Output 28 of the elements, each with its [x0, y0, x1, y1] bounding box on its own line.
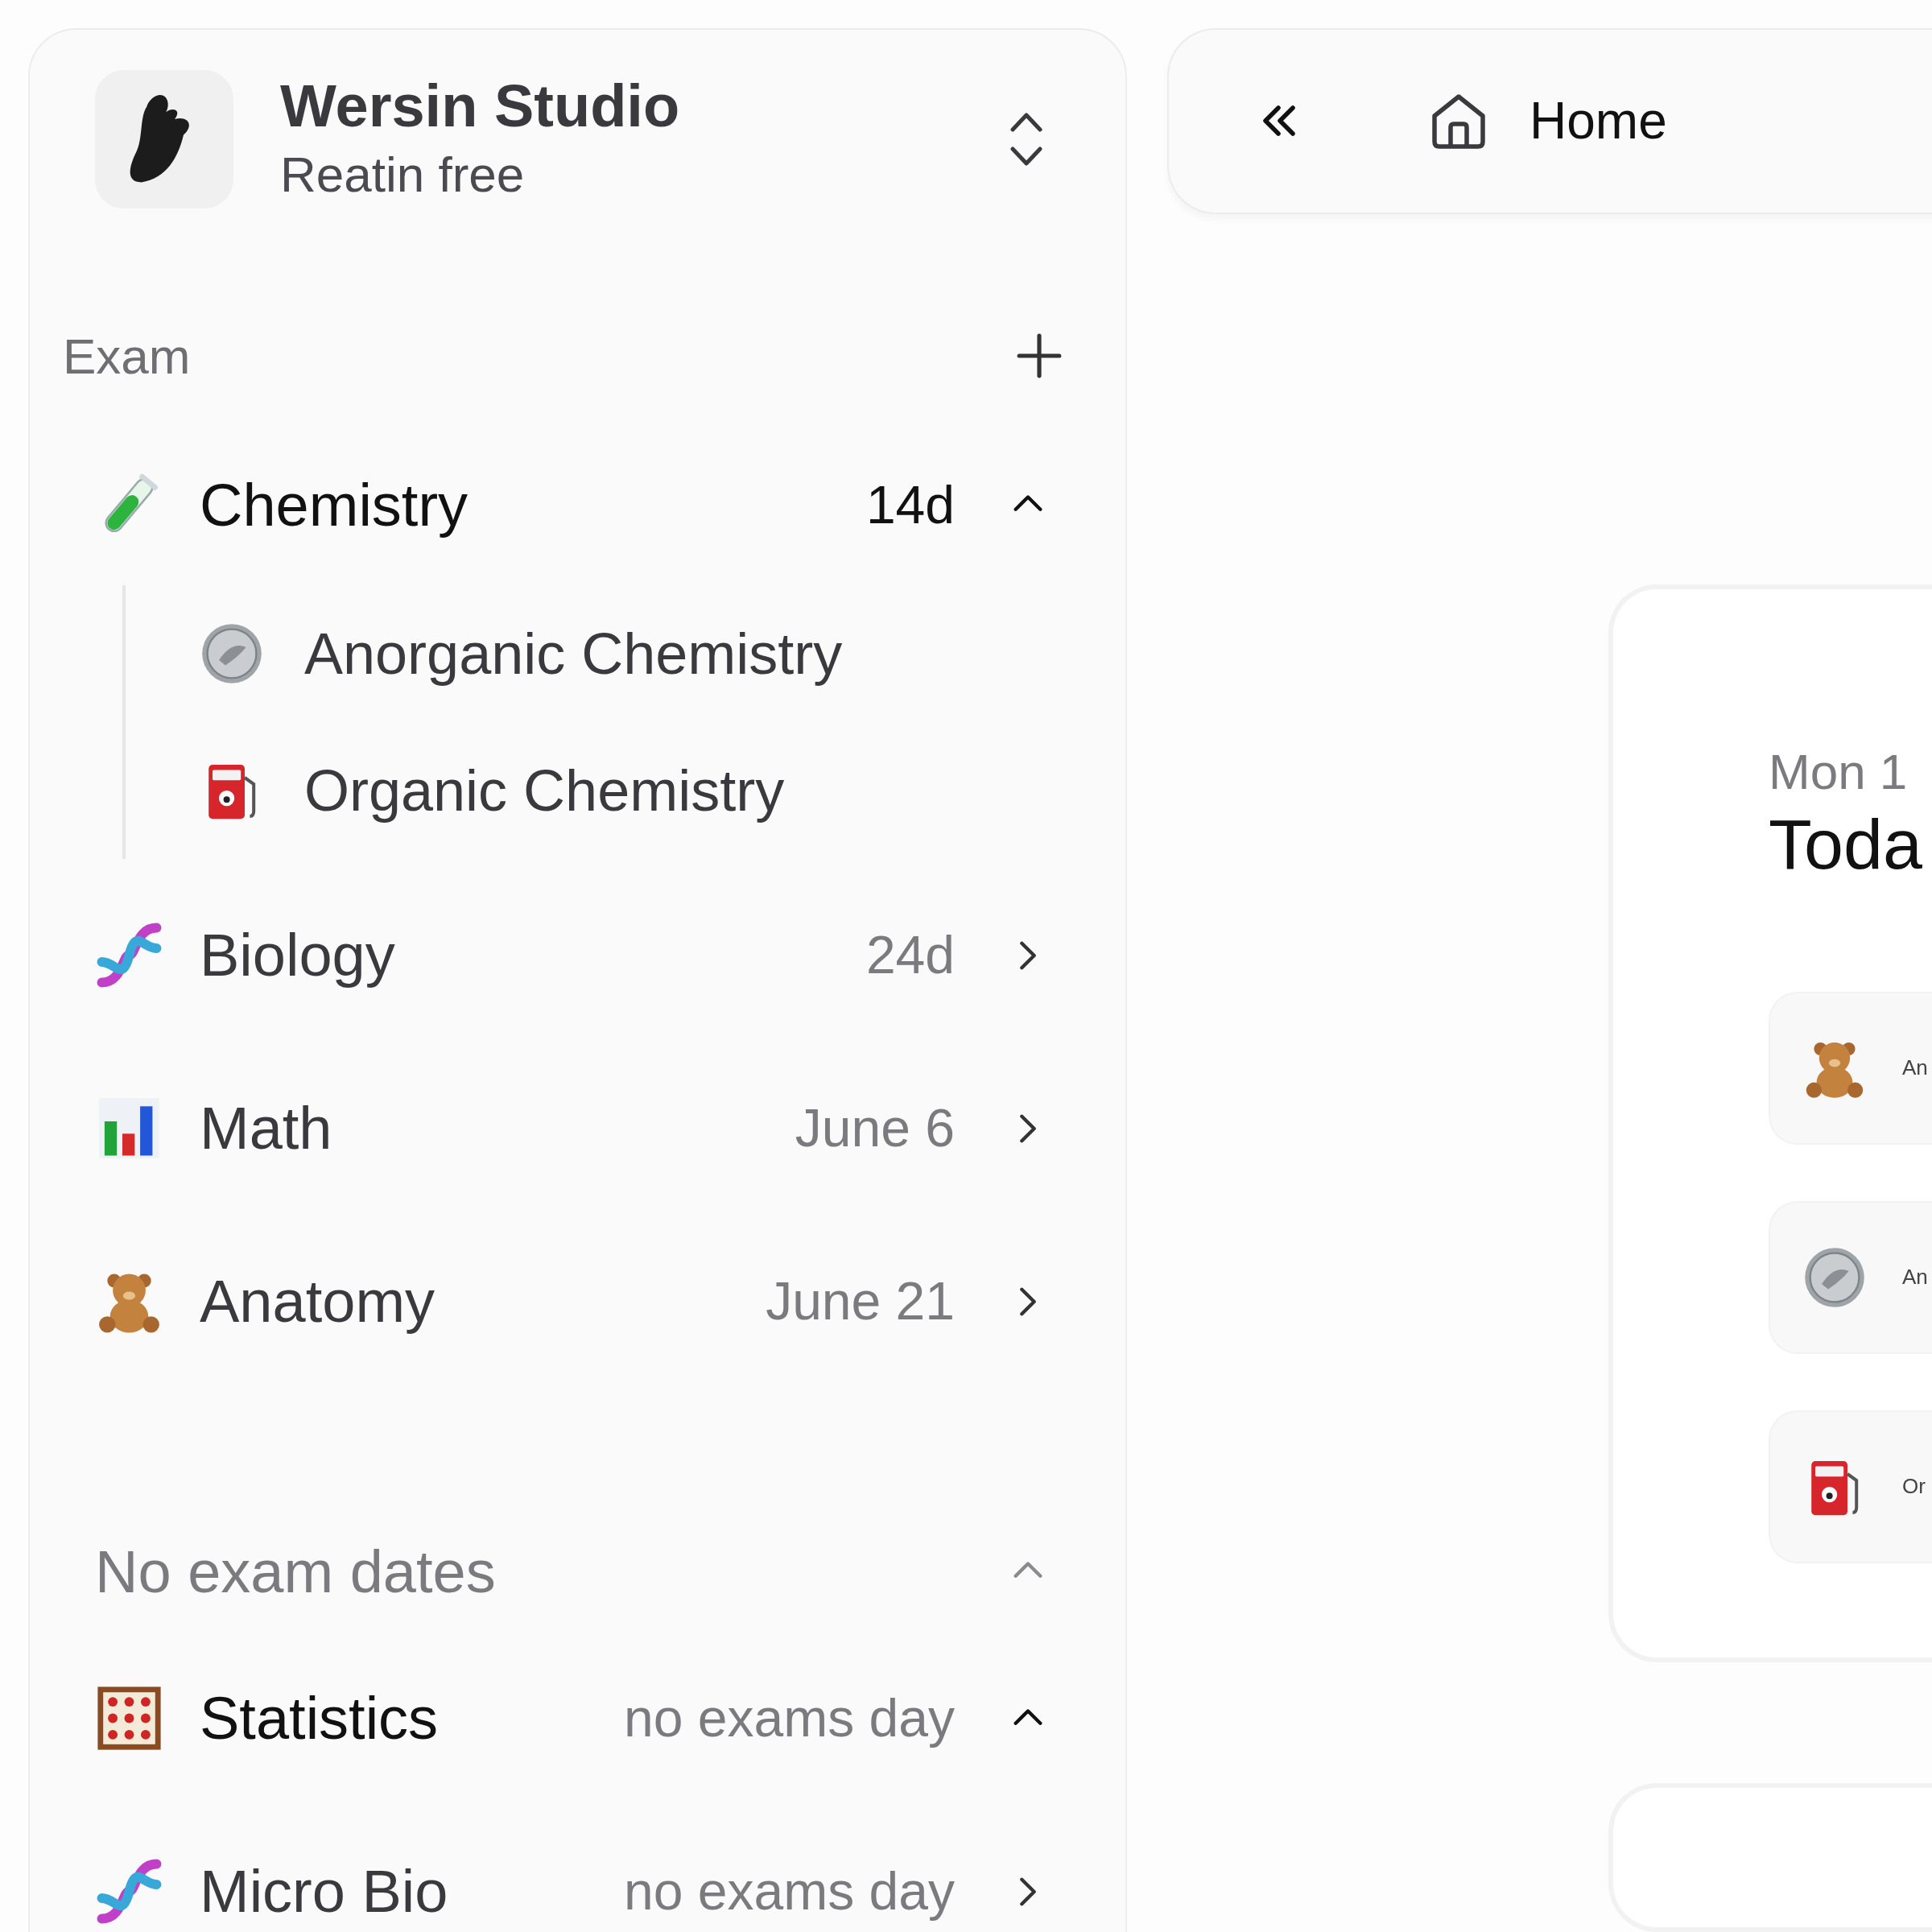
due-label: no exams day [624, 1860, 955, 1922]
section-label: No exam dates [95, 1537, 496, 1607]
due-label: 14d [865, 473, 955, 536]
topic-item[interactable]: Anorganic Chemistry [200, 585, 1046, 722]
task-item[interactable]: An [1769, 1200, 1932, 1354]
abacus-icon [95, 1684, 163, 1752]
task-item[interactable]: Or [1769, 1410, 1932, 1563]
workspace-name: Wersin Studio [280, 71, 681, 141]
subject-item[interactable]: Anatomy June 21 [95, 1215, 1046, 1388]
plan-label: Reatin free [280, 145, 526, 204]
subject-item[interactable]: Chemistry 14d [95, 432, 1046, 577]
task-item[interactable]: An [1769, 991, 1932, 1145]
topic-item[interactable]: Organic Chemistry [200, 722, 1046, 859]
dna-icon [95, 1857, 163, 1926]
subject-item[interactable]: Statistics no exams day [95, 1632, 1046, 1805]
subject-item[interactable]: Biology 24d [95, 869, 1046, 1042]
due-label: June 6 [795, 1097, 955, 1159]
dna-icon [95, 921, 163, 989]
subject-item[interactable]: Math June 6 [95, 1042, 1046, 1215]
coin-icon [200, 621, 264, 686]
subject-item[interactable]: Micro Bio no exams day [95, 1805, 1046, 1932]
section-label: Exam [63, 327, 191, 386]
due-label: no exams day [624, 1687, 955, 1749]
date-label: Mon 1 [1769, 742, 1909, 801]
card-heading: Toda [1769, 803, 1923, 886]
due-label: June 21 [766, 1270, 955, 1332]
page-title: Home [1530, 91, 1667, 152]
due-label: 24d [865, 924, 955, 986]
